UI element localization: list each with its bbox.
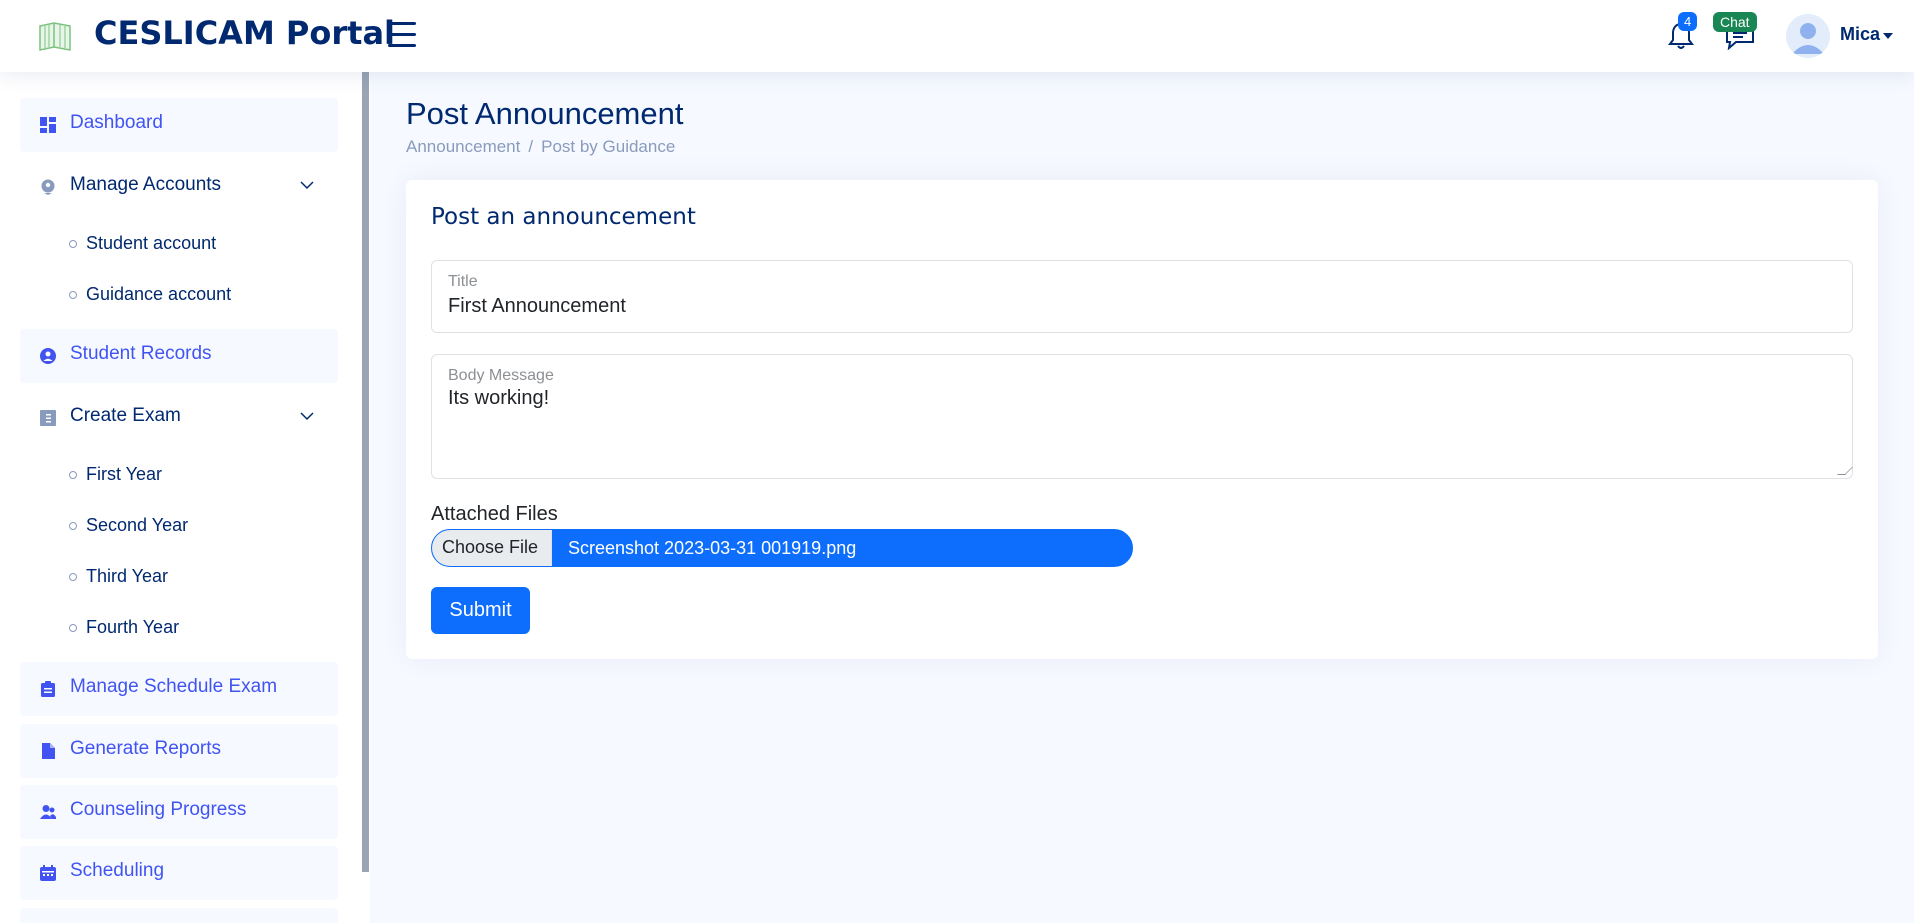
file-input[interactable]: Choose File Screenshot 2023-03-31 001919… [431, 529, 1133, 567]
sidebar: Dashboard Manage Accounts Student accoun… [0, 72, 370, 923]
resize-handle-icon[interactable] [1837, 467, 1853, 475]
sidebar-item-scheduling[interactable]: Scheduling [20, 846, 338, 900]
sidebar-item-student-records[interactable]: Student Records [20, 329, 338, 383]
sidebar-item-counseling-progress[interactable]: Counseling Progress [20, 785, 338, 839]
sidebar-item-label: Third Year [86, 566, 169, 586]
caret-down-icon[interactable] [1883, 33, 1893, 39]
grid-icon [40, 117, 56, 133]
sidebar-item-label: Dashboard [70, 112, 163, 133]
user-menu[interactable]: Mica [1840, 24, 1880, 45]
sidebar-item-label: Scheduling [70, 860, 165, 881]
sidebar-item-label: Create Exam [70, 405, 181, 426]
body-message-textarea[interactable]: Its working! [448, 387, 549, 410]
sidebar-item-more[interactable] [20, 908, 338, 923]
breadcrumb-separator: / [528, 137, 534, 156]
title-field[interactable]: Title First Announcement [431, 260, 1853, 333]
sidebar-item-manage-schedule-exam[interactable]: Manage Schedule Exam [20, 662, 338, 716]
header: CESLICAM Portal 4 Chat Mica [0, 0, 1914, 72]
map-pin-icon [41, 179, 55, 195]
user-avatar[interactable] [1786, 14, 1830, 58]
sidebar-item-label: Student account [86, 233, 217, 253]
bullet-icon [69, 624, 77, 632]
clipboard-icon [41, 681, 55, 697]
body-message-label: Body Message [448, 367, 554, 384]
choose-file-button[interactable]: Choose File [432, 530, 552, 566]
sidebar-item-label: Second Year [86, 515, 189, 535]
app-title[interactable]: CESLICAM Portal [94, 14, 395, 52]
sidebar-item-dashboard[interactable]: Dashboard [20, 98, 338, 152]
title-field-label: Title [448, 273, 478, 290]
sidebar-item-label: First Year [86, 464, 163, 484]
breadcrumb-announcement[interactable]: Announcement [406, 137, 520, 156]
sidebar-item-label: Manage Accounts [70, 174, 222, 195]
submit-button[interactable]: Submit [431, 587, 530, 634]
chevron-down-icon [300, 181, 314, 190]
sidebar-item-label: Student Records [70, 343, 212, 364]
chat-badge: Chat [1713, 12, 1757, 32]
sidebar-item-label: Fourth Year [86, 617, 180, 637]
sidebar-item-label: Counseling Progress [70, 799, 247, 820]
person-circle-icon [40, 348, 56, 364]
page-title: Post Announcement [406, 96, 684, 131]
attached-files-label: Attached Files [431, 503, 558, 525]
title-input[interactable]: First Announcement [448, 295, 626, 318]
card-title: Post an announcement [431, 204, 696, 230]
file-icon [42, 743, 55, 759]
sidebar-scrollbar[interactable] [362, 72, 369, 872]
breadcrumb: Announcement / Post by Guidance [406, 137, 675, 157]
bullet-icon [69, 522, 77, 530]
body-message-field[interactable]: Body Message Its working! [431, 354, 1853, 479]
people-icon [40, 805, 56, 819]
layout-text-icon [40, 410, 56, 426]
sidebar-item-manage-accounts[interactable]: Manage Accounts [20, 160, 338, 214]
chevron-down-icon [300, 412, 314, 421]
sidebar-item-label: Manage Schedule Exam [70, 676, 278, 697]
book-logo-icon [39, 22, 71, 51]
bullet-icon [69, 573, 77, 581]
sidebar-item-create-exam[interactable]: Create Exam [20, 391, 338, 445]
notification-badge: 4 [1678, 12, 1698, 31]
sidebar-item-generate-reports[interactable]: Generate Reports [20, 724, 338, 778]
bullet-icon [69, 240, 77, 248]
selected-file-name: Screenshot 2023-03-31 001919.png [568, 538, 857, 558]
user-avatar-icon [1792, 23, 1824, 54]
sidebar-item-label: Generate Reports [70, 738, 222, 759]
sidebar-item-label: Guidance account [86, 284, 232, 304]
bullet-icon [69, 291, 77, 299]
menu-toggle-icon[interactable] [388, 22, 416, 48]
bullet-icon [69, 471, 77, 479]
announcement-card: Post an announcement Title First Announc… [406, 180, 1878, 659]
breadcrumb-current: Post by Guidance [541, 137, 676, 156]
calendar-icon [40, 865, 56, 881]
